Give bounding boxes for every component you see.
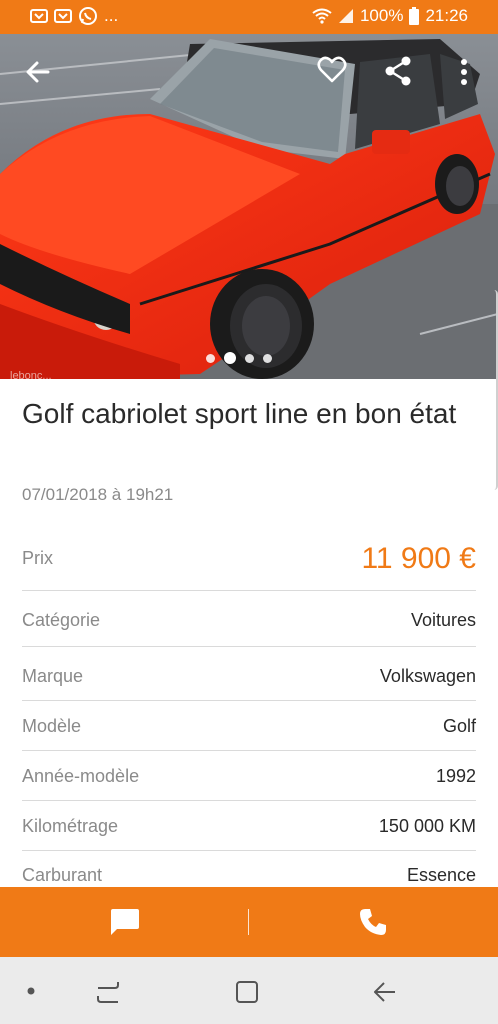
carousel-indicator (206, 352, 272, 364)
detail-row: Marque Volkswagen (22, 666, 476, 690)
detail-row: Catégorie Voitures (22, 610, 476, 634)
signal-icon (338, 9, 353, 23)
detail-label: Kilométrage (22, 816, 119, 836)
listing-photo-carousel[interactable] (0, 34, 498, 379)
detail-value: Voitures (410, 610, 476, 630)
battery-icon (409, 7, 420, 25)
detail-value: Volkswagen (379, 666, 476, 686)
price-value: 11 900 € (361, 542, 476, 575)
detail-row: Carburant Essence (22, 865, 476, 887)
carousel-dot[interactable] (206, 353, 215, 363)
status-system: 100% 21:26 (312, 6, 468, 26)
detail-row: Modèle Golf (22, 716, 476, 740)
detail-row-price: Prix 11 900 € (22, 542, 476, 578)
phone-icon[interactable] (358, 907, 388, 937)
system-nav-bar (0, 957, 498, 1024)
divider (22, 850, 476, 851)
wifi-icon (312, 8, 332, 24)
detail-label: Marque (22, 666, 84, 686)
detail-label: Carburant (22, 865, 103, 885)
detail-value: Essence (406, 865, 476, 885)
divider (22, 700, 476, 701)
share-icon[interactable] (384, 56, 412, 86)
divider (22, 800, 476, 801)
heart-icon[interactable] (317, 56, 347, 84)
detail-value: 1992 (435, 766, 476, 786)
divider (22, 646, 476, 647)
action-divider (248, 909, 249, 935)
car-photo (0, 34, 498, 379)
detail-value: Golf (442, 716, 476, 736)
notification-app-icon (30, 9, 48, 23)
clock: 21:26 (425, 6, 468, 25)
detail-label: Modèle (22, 716, 82, 736)
carousel-dot-active[interactable] (224, 352, 236, 364)
recent-apps-icon[interactable] (95, 979, 121, 1005)
contact-action-bar (0, 887, 498, 957)
carousel-dot[interactable] (245, 353, 254, 363)
more-vertical-icon[interactable] (459, 58, 469, 86)
chat-icon[interactable] (108, 907, 140, 937)
detail-row: Kilométrage 150 000 KM (22, 816, 476, 840)
detail-label: Catégorie (22, 610, 101, 630)
divider (22, 590, 476, 591)
listing-title: Golf cabriolet sport line en bon état (22, 398, 457, 429)
scroll-indicator (491, 290, 498, 490)
back-arrow-icon[interactable] (24, 58, 52, 86)
status-notifications: ... (30, 6, 118, 26)
price-label: Prix (22, 548, 53, 568)
detail-label: Année-modèle (22, 766, 140, 786)
whatsapp-icon (79, 7, 97, 25)
listing-date: 07/01/2018 à 19h21 (22, 485, 174, 504)
carousel-dot[interactable] (263, 353, 272, 363)
home-icon[interactable] (234, 979, 260, 1005)
nav-dot-icon[interactable] (27, 987, 35, 995)
notification-app-icon (54, 9, 72, 23)
detail-row: Année-modèle 1992 (22, 766, 476, 790)
photo-watermark: lebonc... (10, 370, 52, 382)
status-bar: ... 100% 21:26 (0, 0, 498, 34)
battery-percent: 100% (359, 6, 404, 25)
divider (22, 750, 476, 751)
more-notifications: ... (104, 6, 119, 25)
detail-value: 150 000 KM (378, 816, 476, 836)
nav-back-icon[interactable] (372, 979, 398, 1005)
